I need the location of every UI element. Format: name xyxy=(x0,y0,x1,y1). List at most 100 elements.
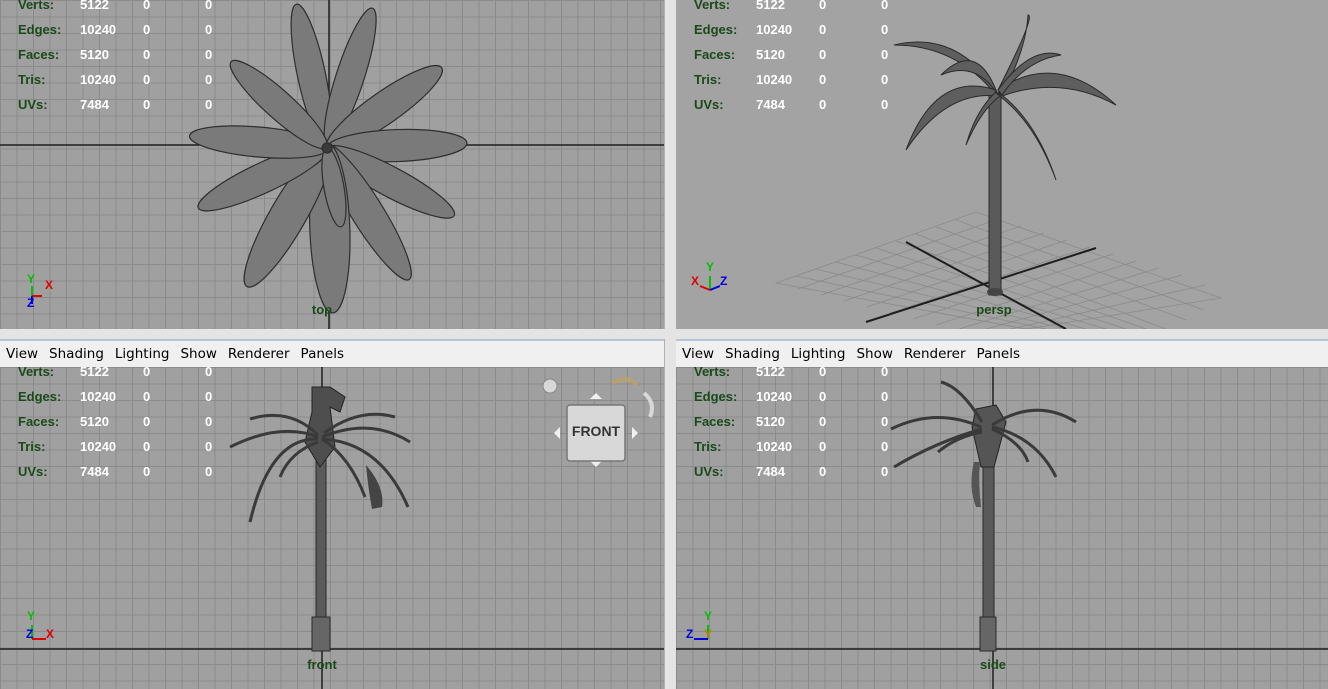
menu-renderer[interactable]: Renderer xyxy=(222,346,295,362)
hud-stat-label: Tris: xyxy=(18,72,46,87)
hud-stat-label: UVs: xyxy=(18,464,48,479)
axis-indicator: X Y Z xyxy=(690,260,740,298)
axis-z-label: Z xyxy=(720,274,728,288)
viewport-side[interactable]: Verts: 5122 0 0 Edges: 10240 0 0 Faces: 5120 0 0 Tri… xyxy=(676,367,1328,689)
hud-row: Tris: 10240 0 0 xyxy=(676,72,906,90)
viewport-persp[interactable]: Verts: 5122 0 0 Edges: 10240 0 0 Faces: 5120 0 0 Tri… xyxy=(676,0,1328,329)
hud-stat-value: 0 xyxy=(205,47,213,62)
hud-stat-value: 0 xyxy=(819,367,827,379)
hud-stat-value: 0 xyxy=(143,439,151,454)
palm-top-leaves xyxy=(188,3,468,314)
hud-stat-label: Tris: xyxy=(694,439,722,454)
hud-stat-label: Tris: xyxy=(18,439,46,454)
pane-divider-horizontal[interactable] xyxy=(0,329,1328,339)
view-cube-face-label[interactable]: FRONT xyxy=(567,423,625,439)
hud-stat-value: 10240 xyxy=(756,22,793,37)
hud-stat-value: 5120 xyxy=(756,414,785,429)
hud-stat-value: 0 xyxy=(881,367,889,379)
hud-stat-value: 7484 xyxy=(80,97,109,112)
axis-z-label: Z xyxy=(27,296,35,310)
viewport-side-pane[interactable]: View Shading Lighting Show Renderer Pane… xyxy=(676,339,1328,689)
viewport-front[interactable]: Verts: 5122 0 0 Edges: 10240 0 0 Faces: 5120 0 0 Tri… xyxy=(0,367,664,689)
menu-view[interactable]: View xyxy=(0,346,43,362)
viewport-front-pane[interactable]: View Shading Lighting Show Renderer Pane… xyxy=(0,339,664,689)
hud-stat-value: 0 xyxy=(881,389,889,404)
menu-panels[interactable]: Panels xyxy=(295,346,349,362)
hud-stat-value: 0 xyxy=(205,367,213,379)
axis-z-label: Z xyxy=(26,627,34,641)
hud-stat-value: 0 xyxy=(205,389,213,404)
hud-stat-value: 0 xyxy=(143,72,151,87)
hud-stat-value: 10240 xyxy=(80,389,117,404)
hud-stat-value: 7484 xyxy=(80,464,109,479)
menu-shading[interactable]: Shading xyxy=(719,346,785,362)
hud-row: Edges: 10240 0 0 xyxy=(676,389,906,407)
hud-stat-label: UVs: xyxy=(18,97,48,112)
menu-lighting[interactable]: Lighting xyxy=(785,346,851,362)
hud-stat-value: 0 xyxy=(205,22,213,37)
hud-stat-label: UVs: xyxy=(694,464,724,479)
hud-stat-value: 0 xyxy=(881,97,889,112)
hud-stat-label: Faces: xyxy=(18,414,60,429)
hud-stat-label: Verts: xyxy=(18,367,55,379)
axis-z-label: Z xyxy=(686,627,694,641)
menu-show[interactable]: Show xyxy=(850,346,897,362)
axis-y-label: Y xyxy=(706,260,715,274)
menu-view[interactable]: View xyxy=(676,346,719,362)
hud-stat-value: 0 xyxy=(819,464,827,479)
hud-stat-value: 10240 xyxy=(756,72,793,87)
hud-stat-value: 0 xyxy=(819,22,827,37)
hud-stat-label: Verts: xyxy=(18,0,55,12)
viewport-top[interactable]: Verts: 5122 0 0 Edges: 10240 0 0 Faces: 5120 0 0 Tri… xyxy=(0,0,664,329)
hud-row: Edges: 10240 0 0 xyxy=(0,389,230,407)
hud-stat-value: 0 xyxy=(143,22,151,37)
hud-row: UVs: 7484 0 0 xyxy=(676,97,906,115)
axis-x-label: X xyxy=(46,627,55,641)
hud-stat-value: 0 xyxy=(881,22,889,37)
hud-stat-value: 5122 xyxy=(80,0,109,12)
axis-indicator: Y Z Y xyxy=(684,609,724,647)
hud-stat-value: 0 xyxy=(819,439,827,454)
viewport-top-pane[interactable]: Verts: 5122 0 0 Edges: 10240 0 0 Faces: 5120 0 0 Tri… xyxy=(0,0,664,329)
viewport-persp-pane[interactable]: Verts: 5122 0 0 Edges: 10240 0 0 Faces: 5120 0 0 Tri… xyxy=(676,0,1328,329)
hud-row: Faces: 5120 0 0 xyxy=(0,414,230,432)
hud-stat-value: 5120 xyxy=(756,47,785,62)
hud-stat-value: 5120 xyxy=(80,47,109,62)
hud-row: Faces: 5120 0 0 xyxy=(676,414,906,432)
camera-label: top xyxy=(311,302,333,317)
hud-stat-value: 7484 xyxy=(756,97,785,112)
axis-y-label-top: Y xyxy=(704,609,713,623)
hud-stat-label: UVs: xyxy=(694,97,724,112)
menu-show[interactable]: Show xyxy=(174,346,221,362)
menu-renderer[interactable]: Renderer xyxy=(898,346,971,362)
hud-stat-value: 0 xyxy=(881,47,889,62)
hud-stat-value: 0 xyxy=(205,0,213,12)
hud-stat-label: Faces: xyxy=(694,47,736,62)
hud-stat-value: 0 xyxy=(819,97,827,112)
hud-row: Verts: 5122 0 0 xyxy=(676,0,906,15)
menu-panels[interactable]: Panels xyxy=(971,346,1025,362)
axis-indicator: Y Z X xyxy=(24,609,64,647)
hud-stat-value: 5120 xyxy=(80,414,109,429)
hud-stat-value: 0 xyxy=(205,72,213,87)
axis-y-label: Y xyxy=(27,609,36,623)
hud-stat-label: Edges: xyxy=(18,22,62,37)
poly-count-hud: Verts: 5122 0 0 Edges: 10240 0 0 Faces: 5120 0 0 Tri… xyxy=(0,0,230,127)
camera-label: side xyxy=(979,657,1007,672)
menu-lighting[interactable]: Lighting xyxy=(109,346,175,362)
hud-stat-label: Edges: xyxy=(18,389,62,404)
hud-stat-value: 0 xyxy=(819,414,827,429)
menu-shading[interactable]: Shading xyxy=(43,346,109,362)
hud-row: Faces: 5120 0 0 xyxy=(676,47,906,65)
hud-stat-value: 0 xyxy=(881,439,889,454)
palm-side xyxy=(890,380,1077,652)
camera-label: persp xyxy=(976,302,1012,317)
hud-stat-value: 5122 xyxy=(756,0,785,12)
axis-y-label: Y xyxy=(704,627,713,641)
hud-stat-value: 0 xyxy=(143,414,151,429)
hud-stat-value: 0 xyxy=(881,72,889,87)
view-cube[interactable]: FRONT xyxy=(540,373,664,483)
hud-stat-value: 5122 xyxy=(80,367,109,379)
hud-row: Tris: 10240 0 0 xyxy=(676,439,906,457)
hud-row: Verts: 5122 0 0 xyxy=(0,0,230,15)
